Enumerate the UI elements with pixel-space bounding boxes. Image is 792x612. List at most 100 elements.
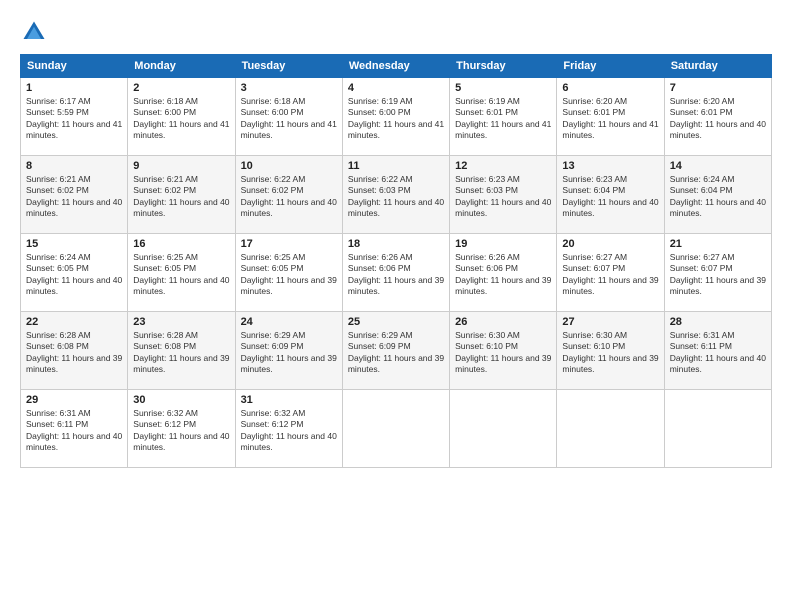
calendar-cell: 2 Sunrise: 6:18 AMSunset: 6:00 PMDaylight… xyxy=(128,78,235,156)
day-info: Sunrise: 6:27 AMSunset: 6:07 PMDaylight:… xyxy=(562,252,658,298)
calendar-cell: 29 Sunrise: 6:31 AMSunset: 6:11 PMDayligh… xyxy=(21,390,128,468)
calendar-body: 1 Sunrise: 6:17 AMSunset: 5:59 PMDaylight… xyxy=(21,78,772,468)
calendar-cell: 28Sunrise: 6:31 AMSunset: 6:11 PMDayligh… xyxy=(664,312,771,390)
calendar-cell: 30 Sunrise: 6:32 AMSunset: 6:12 PMDayligh… xyxy=(128,390,235,468)
day-number: 23 xyxy=(133,316,229,328)
calendar-week-4: 22 Sunrise: 6:28 AMSunset: 6:08 PMDayligh… xyxy=(21,312,772,390)
day-info: Sunrise: 6:28 AMSunset: 6:08 PMDaylight:… xyxy=(26,330,122,376)
day-number: 2 xyxy=(133,82,229,94)
day-info: Sunrise: 6:20 AMSunset: 6:01 PMDaylight:… xyxy=(670,96,766,142)
day-info: Sunrise: 6:20 AMSunset: 6:01 PMDaylight:… xyxy=(562,96,658,142)
calendar-table: Sunday Monday Tuesday Wednesday Thursday… xyxy=(20,54,772,468)
day-info: Sunrise: 6:26 AMSunset: 6:06 PMDaylight:… xyxy=(455,252,551,298)
day-info: Sunrise: 6:21 AMSunset: 6:02 PMDaylight:… xyxy=(133,174,229,220)
day-info: Sunrise: 6:29 AMSunset: 6:09 PMDaylight:… xyxy=(348,330,444,376)
day-number: 15 xyxy=(26,238,122,250)
day-number: 31 xyxy=(241,394,337,406)
day-info: Sunrise: 6:25 AMSunset: 6:05 PMDaylight:… xyxy=(241,252,337,298)
calendar-cell: 31 Sunrise: 6:32 AMSunset: 6:12 PMDayligh… xyxy=(235,390,342,468)
calendar-cell: 14Sunrise: 6:24 AMSunset: 6:04 PMDayligh… xyxy=(664,156,771,234)
logo-icon xyxy=(20,18,48,46)
day-number: 17 xyxy=(241,238,337,250)
day-number: 6 xyxy=(562,82,658,94)
day-info: Sunrise: 6:22 AMSunset: 6:03 PMDaylight:… xyxy=(348,174,444,220)
calendar-cell: 6 Sunrise: 6:20 AMSunset: 6:01 PMDaylight… xyxy=(557,78,664,156)
day-info: Sunrise: 6:19 AMSunset: 6:01 PMDaylight:… xyxy=(455,96,551,142)
calendar-week-1: 1 Sunrise: 6:17 AMSunset: 5:59 PMDaylight… xyxy=(21,78,772,156)
day-number: 1 xyxy=(26,82,122,94)
day-number: 4 xyxy=(348,82,444,94)
calendar-cell: 25 Sunrise: 6:29 AMSunset: 6:09 PMDayligh… xyxy=(342,312,449,390)
day-info: Sunrise: 6:27 AMSunset: 6:07 PMDaylight:… xyxy=(670,252,766,298)
calendar-cell: 21 Sunrise: 6:27 AMSunset: 6:07 PMDayligh… xyxy=(664,234,771,312)
calendar-cell: 22 Sunrise: 6:28 AMSunset: 6:08 PMDayligh… xyxy=(21,312,128,390)
header xyxy=(20,18,772,46)
day-info: Sunrise: 6:26 AMSunset: 6:06 PMDaylight:… xyxy=(348,252,444,298)
calendar-cell xyxy=(450,390,557,468)
day-number: 7 xyxy=(670,82,766,94)
day-info: Sunrise: 6:18 AMSunset: 6:00 PMDaylight:… xyxy=(133,96,229,142)
calendar-cell: 3Sunrise: 6:18 AMSunset: 6:00 PMDaylight… xyxy=(235,78,342,156)
day-info: Sunrise: 6:25 AMSunset: 6:05 PMDaylight:… xyxy=(133,252,229,298)
day-number: 19 xyxy=(455,238,551,250)
day-number: 30 xyxy=(133,394,229,406)
day-info: Sunrise: 6:18 AMSunset: 6:00 PMDaylight:… xyxy=(241,96,337,142)
day-number: 16 xyxy=(133,238,229,250)
header-thursday: Thursday xyxy=(450,55,557,78)
day-number: 12 xyxy=(455,160,551,172)
day-number: 21 xyxy=(670,238,766,250)
day-number: 29 xyxy=(26,394,122,406)
header-wednesday: Wednesday xyxy=(342,55,449,78)
calendar-week-2: 8Sunrise: 6:21 AMSunset: 6:02 PMDaylight… xyxy=(21,156,772,234)
day-number: 18 xyxy=(348,238,444,250)
day-number: 14 xyxy=(670,160,766,172)
calendar-cell: 10 Sunrise: 6:22 AMSunset: 6:02 PMDayligh… xyxy=(235,156,342,234)
calendar-cell: 8Sunrise: 6:21 AMSunset: 6:02 PMDaylight… xyxy=(21,156,128,234)
day-info: Sunrise: 6:29 AMSunset: 6:09 PMDaylight:… xyxy=(241,330,337,376)
day-number: 27 xyxy=(562,316,658,328)
calendar-cell: 19 Sunrise: 6:26 AMSunset: 6:06 PMDayligh… xyxy=(450,234,557,312)
calendar-cell: 24 Sunrise: 6:29 AMSunset: 6:09 PMDayligh… xyxy=(235,312,342,390)
header-monday: Monday xyxy=(128,55,235,78)
day-number: 26 xyxy=(455,316,551,328)
day-info: Sunrise: 6:32 AMSunset: 6:12 PMDaylight:… xyxy=(133,408,229,454)
day-info: Sunrise: 6:22 AMSunset: 6:02 PMDaylight:… xyxy=(241,174,337,220)
header-sunday: Sunday xyxy=(21,55,128,78)
day-number: 9 xyxy=(133,160,229,172)
calendar-cell: 23 Sunrise: 6:28 AMSunset: 6:08 PMDayligh… xyxy=(128,312,235,390)
calendar-cell: 5 Sunrise: 6:19 AMSunset: 6:01 PMDaylight… xyxy=(450,78,557,156)
day-info: Sunrise: 6:30 AMSunset: 6:10 PMDaylight:… xyxy=(562,330,658,376)
day-number: 13 xyxy=(562,160,658,172)
day-number: 24 xyxy=(241,316,337,328)
calendar-cell: 13 Sunrise: 6:23 AMSunset: 6:04 PMDayligh… xyxy=(557,156,664,234)
header-friday: Friday xyxy=(557,55,664,78)
header-tuesday: Tuesday xyxy=(235,55,342,78)
calendar-header-row: Sunday Monday Tuesday Wednesday Thursday… xyxy=(21,55,772,78)
calendar-cell: 27 Sunrise: 6:30 AMSunset: 6:10 PMDayligh… xyxy=(557,312,664,390)
day-info: Sunrise: 6:28 AMSunset: 6:08 PMDaylight:… xyxy=(133,330,229,376)
day-number: 25 xyxy=(348,316,444,328)
calendar-week-5: 29 Sunrise: 6:31 AMSunset: 6:11 PMDayligh… xyxy=(21,390,772,468)
calendar-cell: 15Sunrise: 6:24 AMSunset: 6:05 PMDayligh… xyxy=(21,234,128,312)
day-number: 28 xyxy=(670,316,766,328)
calendar-cell: 12 Sunrise: 6:23 AMSunset: 6:03 PMDayligh… xyxy=(450,156,557,234)
day-info: Sunrise: 6:17 AMSunset: 5:59 PMDaylight:… xyxy=(26,96,122,142)
day-info: Sunrise: 6:23 AMSunset: 6:04 PMDaylight:… xyxy=(562,174,658,220)
day-info: Sunrise: 6:31 AMSunset: 6:11 PMDaylight:… xyxy=(26,408,122,454)
day-number: 11 xyxy=(348,160,444,172)
day-info: Sunrise: 6:32 AMSunset: 6:12 PMDaylight:… xyxy=(241,408,337,454)
calendar-cell: 16 Sunrise: 6:25 AMSunset: 6:05 PMDayligh… xyxy=(128,234,235,312)
calendar-cell: 26 Sunrise: 6:30 AMSunset: 6:10 PMDayligh… xyxy=(450,312,557,390)
day-number: 5 xyxy=(455,82,551,94)
day-info: Sunrise: 6:19 AMSunset: 6:00 PMDaylight:… xyxy=(348,96,444,142)
day-number: 22 xyxy=(26,316,122,328)
day-info: Sunrise: 6:23 AMSunset: 6:03 PMDaylight:… xyxy=(455,174,551,220)
logo xyxy=(20,18,52,46)
calendar-cell: 17 Sunrise: 6:25 AMSunset: 6:05 PMDayligh… xyxy=(235,234,342,312)
day-number: 10 xyxy=(241,160,337,172)
calendar-cell: 18 Sunrise: 6:26 AMSunset: 6:06 PMDayligh… xyxy=(342,234,449,312)
day-info: Sunrise: 6:30 AMSunset: 6:10 PMDaylight:… xyxy=(455,330,551,376)
page: Sunday Monday Tuesday Wednesday Thursday… xyxy=(0,0,792,612)
calendar-cell: 11 Sunrise: 6:22 AMSunset: 6:03 PMDayligh… xyxy=(342,156,449,234)
calendar-cell: 20Sunrise: 6:27 AMSunset: 6:07 PMDayligh… xyxy=(557,234,664,312)
